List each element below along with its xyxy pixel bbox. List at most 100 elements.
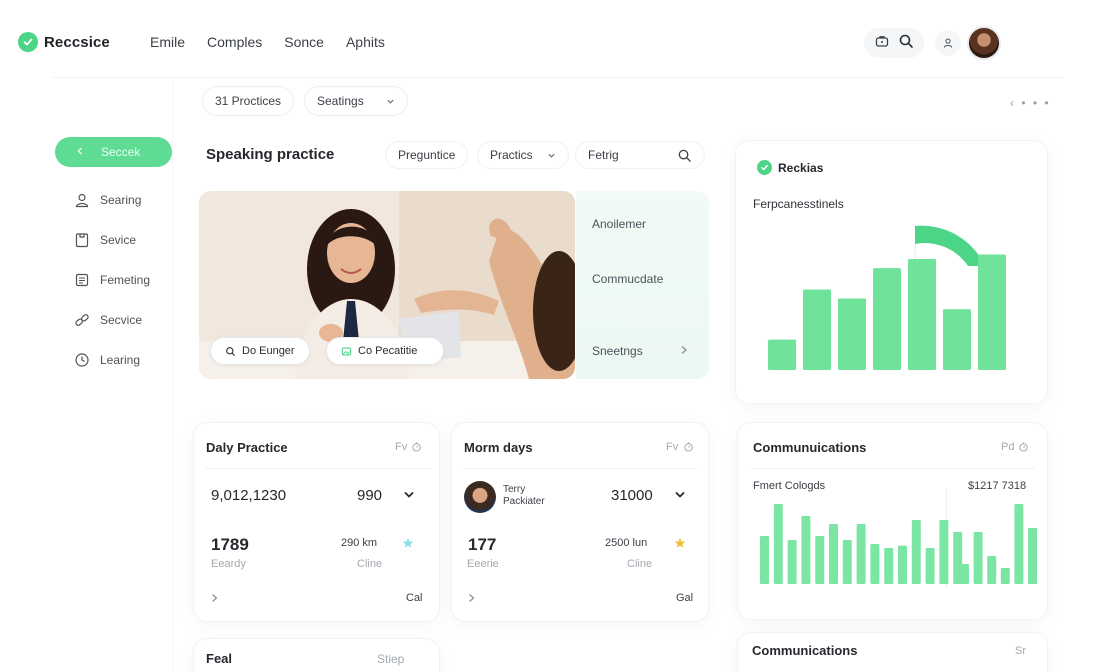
document-icon <box>75 273 89 287</box>
brand-name: Reccsice <box>44 33 110 51</box>
morm-row1-right: 31000 <box>611 487 653 504</box>
daily-stat2-label: Cline <box>357 558 383 570</box>
sidebar-active-label: Seccek <box>101 145 141 159</box>
nav-item-comples[interactable]: Comples <box>207 34 262 50</box>
hero-side-item[interactable]: Commucdate <box>592 272 663 286</box>
person-last-name: Packiater <box>503 496 545 507</box>
morm-days-title: Morm days <box>464 440 533 455</box>
timer-icon[interactable] <box>411 441 422 452</box>
practices-pill[interactable]: 31 Proctices <box>202 86 295 116</box>
reckias-subtitle: Ferpcanesstinels <box>753 197 844 211</box>
top-nav: Emile Comples Sonce Aphits <box>150 34 407 50</box>
briefcase-icon[interactable] <box>874 33 890 54</box>
daily-corner-label: Fv <box>395 441 408 453</box>
sidebar-item-learing[interactable]: Learing <box>74 352 140 368</box>
hero-side-item[interactable]: Anoilemer <box>592 217 646 231</box>
morm-footer-link[interactable]: Gal <box>676 592 693 604</box>
chevron-right-icon[interactable] <box>680 345 688 355</box>
brand-logo[interactable]: Reccsice <box>18 32 110 52</box>
search-input[interactable]: Fetrig <box>575 141 705 169</box>
search-icon[interactable] <box>898 33 914 54</box>
hero-button-2[interactable]: Co Pecatitie <box>326 337 444 365</box>
sidebar-item-active[interactable]: Seccek <box>55 137 172 167</box>
daily-stat-label: Eeardy <box>211 558 246 570</box>
person-first-name: Terry <box>503 484 526 495</box>
reckias-bar <box>873 268 901 370</box>
star-icon[interactable] <box>674 537 686 549</box>
communications-title-2: Communications <box>752 643 858 658</box>
chevron-left-icon <box>75 145 85 159</box>
check-icon <box>757 160 772 175</box>
chip-preguntice[interactable]: Preguntice <box>385 141 469 169</box>
morm-stat-value: 177 <box>468 535 497 554</box>
page-title: Speaking practice <box>206 146 335 163</box>
hero-button-1-label: Do Eunger <box>242 345 295 357</box>
sidebar-item-label: Sevice <box>100 233 137 247</box>
sidebar-item-sevice[interactable]: Sevice <box>74 232 136 248</box>
communications-bar-chart <box>760 504 1037 584</box>
daily-row1-right: 990 <box>357 487 383 504</box>
step-label[interactable]: Stiep <box>377 652 404 666</box>
user-icon[interactable] <box>935 30 961 56</box>
nav-item-sonce[interactable]: Sonce <box>284 34 324 50</box>
sidebar-item-label: Searing <box>100 193 142 207</box>
chip-practics-dropdown[interactable]: Practics <box>477 141 569 169</box>
comms-left-bar <box>939 520 949 584</box>
comms-left-bar <box>898 545 907 584</box>
comms-left-bar <box>760 536 769 584</box>
reckias-bar <box>838 298 866 370</box>
reckias-bar-chart <box>768 225 1006 370</box>
chevron-right-icon[interactable] <box>211 593 218 603</box>
comms-right-bar <box>1014 504 1024 584</box>
reckias-bar <box>978 254 1006 370</box>
divider <box>205 468 430 469</box>
search-icon <box>226 346 236 356</box>
sidebar-item-secvice[interactable]: Secvice <box>74 312 142 328</box>
settings-dropdown[interactable]: Seatings <box>304 86 408 116</box>
sidebar-item-label: Learing <box>100 353 141 367</box>
nav-item-emile[interactable]: Emile <box>150 34 185 50</box>
comms-corner-label: Pd <box>1001 441 1015 453</box>
comms-sub-left: Fmert Cologds <box>753 480 826 492</box>
reckias-bar <box>943 309 971 370</box>
chip-label: Practics <box>490 148 533 162</box>
sidebar-item-searing[interactable]: Searing <box>74 192 141 208</box>
divider <box>750 468 1035 469</box>
pager[interactable]: ‹ • • • <box>1010 96 1051 110</box>
search-value: Fetrig <box>588 148 619 162</box>
sidebar-item-label: Secvice <box>100 313 143 327</box>
timer-icon[interactable] <box>683 441 694 452</box>
comms-right-bar <box>1000 568 1010 584</box>
timer-icon[interactable] <box>1018 441 1029 452</box>
top-icon-group <box>864 28 924 58</box>
comms-left-bar <box>870 544 880 584</box>
avatar[interactable] <box>967 26 1001 60</box>
feal-title: Feal <box>206 651 233 666</box>
reckias-bar <box>908 259 936 370</box>
chevron-down-icon[interactable] <box>674 490 686 500</box>
comms2-corner-label: Sr <box>1015 645 1026 657</box>
sidebar-item-femeting[interactable]: Femeting <box>74 272 150 288</box>
reckias-title-text: Reckias <box>778 160 824 175</box>
daily-footer-link[interactable]: Cal <box>406 592 423 604</box>
nav-item-aphits[interactable]: Aphits <box>346 34 385 50</box>
chevron-right-icon[interactable] <box>468 593 475 603</box>
star-icon[interactable] <box>402 537 414 549</box>
comms-right-bar <box>960 564 969 584</box>
daily-stat2-value: 290 km <box>341 537 378 549</box>
person-name: Terry Packiater <box>503 484 545 508</box>
daily-stat-value: 1789 <box>211 535 249 554</box>
reckias-title: Reckias <box>757 160 823 175</box>
hero-button-1[interactable]: Do Eunger <box>210 337 310 365</box>
chevron-down-icon[interactable] <box>403 490 415 500</box>
hero-side-item[interactable]: Sneetngs <box>592 344 643 358</box>
chevron-down-icon <box>387 99 394 104</box>
practices-label: 31 Proctices <box>215 94 282 108</box>
comms-right-bar <box>987 556 997 584</box>
sidebar-divider <box>172 80 173 672</box>
link-icon <box>75 314 89 326</box>
morm-corner-label: Fv <box>666 441 679 453</box>
divider <box>463 468 698 469</box>
communications-title: Communuications <box>753 440 867 455</box>
person-avatar[interactable] <box>464 481 496 513</box>
